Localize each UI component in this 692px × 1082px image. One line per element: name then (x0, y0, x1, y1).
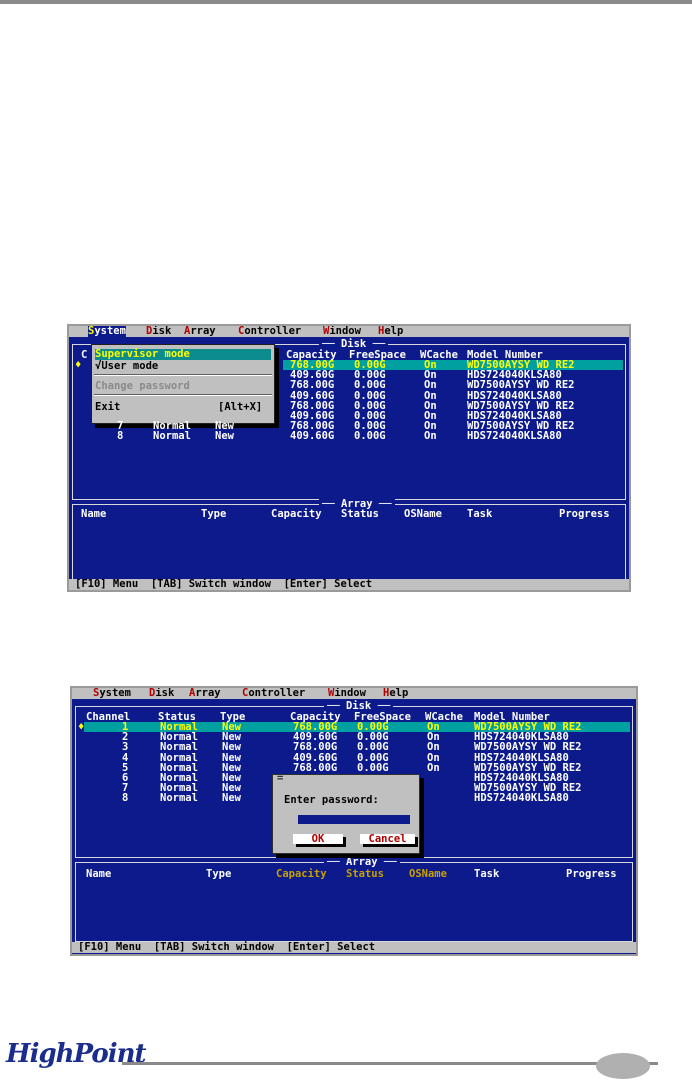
disk-cell-type: New (222, 792, 241, 805)
col-channel: C (81, 349, 88, 361)
status-bar: [F10] Menu [TAB] Switch window [Enter] S… (69, 579, 629, 590)
ok-button[interactable]: OK (293, 834, 343, 844)
status-bar-text: [F10] Menu [TAB] Switch window [Enter] S… (78, 941, 376, 953)
menu-controller[interactable]: Controller (242, 688, 305, 699)
page-number-oval (596, 1053, 650, 1079)
menu-item-exit-shortcut: [Alt+X] (218, 401, 263, 413)
menu-array[interactable]: Array (189, 688, 221, 699)
footer-rule (122, 1062, 658, 1065)
selection-marker: ♦ (78, 721, 85, 733)
menu-disk[interactable]: Disk (146, 326, 171, 337)
array-col-name: Name (86, 868, 112, 880)
menu-separator (94, 374, 272, 376)
disk-cell-channel: 8 (122, 792, 129, 805)
disk-cell-capacity: 409.60G (290, 430, 335, 443)
menu-system[interactable]: System (88, 326, 126, 337)
menubar: System Disk Array Controller Window Help (72, 688, 636, 699)
cancel-button[interactable]: Cancel (360, 834, 415, 844)
top-rule (0, 0, 692, 4)
password-prompt: Enter password: (284, 794, 379, 806)
menu-item-change-password[interactable]: Change password (95, 381, 190, 392)
menu-help[interactable]: Help (383, 688, 408, 699)
menu-item-supervisor-mode[interactable]: Supervisor mode (95, 349, 271, 360)
disk-cell-channel: 8 (117, 430, 124, 443)
array-col-capacity: Capacity (271, 508, 322, 520)
disk-cell-free: 0.00G (354, 430, 386, 443)
array-col-osname: OSName (404, 508, 442, 520)
screenshot-password-dialog: System Disk Array Controller Window Help… (70, 686, 638, 956)
menu-disk[interactable]: Disk (149, 688, 174, 699)
array-col-progress: Progress (566, 868, 617, 880)
menu-help[interactable]: Help (378, 326, 403, 337)
disk-window-title: ── Disk ── (319, 339, 389, 350)
disk-cell-capacity: 768.00G (293, 761, 338, 774)
array-window-title: ── Array ── (324, 857, 400, 868)
menu-window[interactable]: Window (328, 688, 366, 699)
menu-system[interactable]: System (93, 688, 131, 699)
menu-window[interactable]: Window (323, 326, 361, 337)
disk-window-title: ── Disk ── (324, 701, 394, 712)
array-col-task: Task (474, 868, 500, 880)
disk-cell-status: Normal (153, 430, 191, 443)
dialog-close-icon[interactable]: = (277, 773, 283, 784)
status-bar: [F10] Menu [TAB] Switch window [Enter] S… (72, 942, 636, 953)
selection-marker: ♦ (75, 359, 82, 371)
disk-cell-status: Normal (160, 792, 198, 805)
array-col-type: Type (206, 868, 232, 880)
password-dialog: = Enter password: OK Cancel (272, 773, 420, 854)
array-col-capacity: Capacity (276, 868, 327, 880)
array-col-name: Name (81, 508, 107, 520)
menu-item-user-mode[interactable]: √User mode (95, 361, 158, 372)
disk-cell-wcache: On (427, 761, 440, 774)
array-col-status: Status (346, 868, 384, 880)
system-dropdown-menu: Supervisor mode √User mode Change passwo… (91, 344, 275, 424)
array-col-osname: OSName (409, 868, 447, 880)
disk-cell-free: 0.00G (357, 761, 389, 774)
menu-separator (94, 394, 272, 396)
menubar: System Disk Array Controller Window Help (69, 326, 629, 337)
array-col-status: Status (341, 508, 379, 520)
menu-controller[interactable]: Controller (238, 326, 301, 337)
disk-cell-model: HDS724040KLSA80 (467, 430, 562, 443)
screenshot-system-menu: System Disk Array Controller Window Help… (67, 324, 631, 592)
array-col-type: Type (201, 508, 227, 520)
password-input[interactable] (298, 815, 410, 824)
menu-item-exit[interactable]: Exit (95, 402, 120, 413)
disk-cell-type: New (215, 430, 234, 443)
array-col-task: Task (467, 508, 493, 520)
disk-cell-model: HDS724040KLSA80 (474, 792, 569, 805)
status-bar-text: [F10] Menu [TAB] Switch window [Enter] S… (75, 578, 373, 590)
menu-array[interactable]: Array (184, 326, 216, 337)
array-col-progress: Progress (559, 508, 610, 520)
disk-cell-wcache: On (424, 430, 437, 443)
